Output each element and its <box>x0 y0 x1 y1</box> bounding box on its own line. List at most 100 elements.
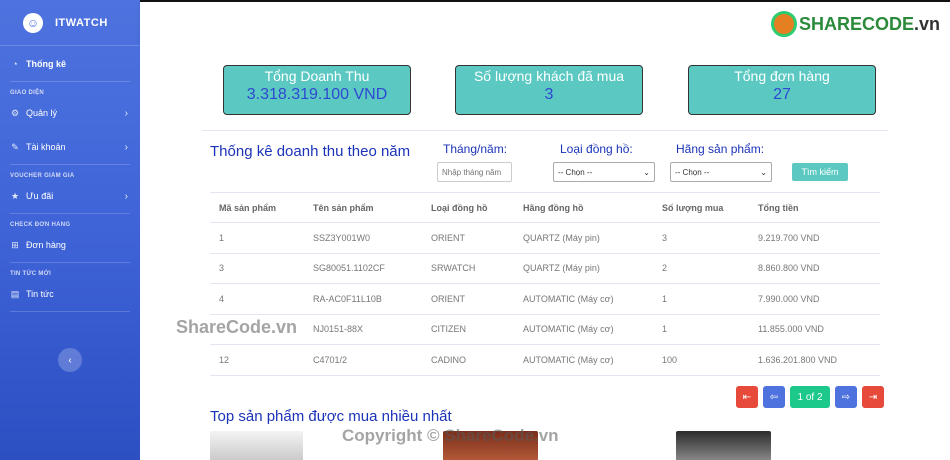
table-cell: AUTOMATIC (Máy cơ) <box>514 283 653 315</box>
table-cell: 11.855.000 VND <box>749 314 880 345</box>
sidebar-item-dashboard[interactable]: ◔ Thống kê <box>0 47 140 81</box>
column-header: Hãng đồng hồ <box>514 192 653 223</box>
revenue-table: Mã sản phẩm Tên sản phẩm Loại đồng hồ Hã… <box>210 192 880 376</box>
logo-text: SHARECODE.vn <box>798 13 940 34</box>
sidebar-item-label: Quản lý <box>26 108 58 118</box>
table-cell: NJ0151-88X <box>304 314 422 345</box>
prev-page-icon: ⇦ <box>769 391 779 403</box>
table-cell: RA-AC0F11L10B <box>304 283 422 315</box>
sidebar-divider <box>10 311 130 312</box>
dashboard-icon: ◔ <box>12 59 18 69</box>
column-header: Mã sản phẩm <box>210 192 304 223</box>
main-content: Tổng Doanh Thu 3.318.319.100 VND Số lượn… <box>140 46 950 460</box>
table-cell: 1.636.201.800 VND <box>749 344 880 376</box>
table-cell: CADINO <box>422 344 514 376</box>
column-header: Tên sản phẩm <box>304 192 422 223</box>
table-row: NJ0151-88X CITIZEN AUTOMATIC (Máy cơ) 1 … <box>210 314 880 345</box>
month-input[interactable] <box>437 162 512 182</box>
sidebar-divider <box>10 164 130 165</box>
table-cell: QUARTZ (Máy pin) <box>514 222 653 254</box>
table-cell: C4701/2 <box>304 344 422 376</box>
sidebar-divider <box>10 262 130 263</box>
sharecode-logo: SHARECODE.vn <box>770 11 940 37</box>
stat-card-revenue: Tổng Doanh Thu 3.318.319.100 VND <box>223 65 411 115</box>
gear-icon: ⚙ <box>10 107 20 118</box>
column-header: Số lượng mua <box>653 192 749 223</box>
wrench-icon: ✎ <box>11 141 19 152</box>
sidebar-item-label: Ưu đãi <box>26 191 54 201</box>
chevron-down-icon: ⌄ <box>760 167 767 177</box>
stat-label: Số lượng khách đã mua <box>473 68 625 84</box>
table-cell: SRWATCH <box>422 253 514 284</box>
table-cell: 3 <box>653 222 749 254</box>
smile-icon: ☺ <box>23 12 43 33</box>
table-cell: 12 <box>210 344 304 376</box>
table-cell: 1 <box>653 314 749 345</box>
next-page-icon: ⇨ <box>841 391 851 403</box>
table-cell: 1 <box>653 283 749 315</box>
stat-value: 3 <box>544 86 554 103</box>
first-page-button[interactable]: ⇤ <box>736 386 758 408</box>
chevron-right-icon: › <box>124 141 128 153</box>
select-value: -- Chọn -- <box>675 167 710 177</box>
table-cell: 8.860.800 VND <box>749 253 880 284</box>
brand-label: Hãng sản phẩm: <box>676 142 765 156</box>
column-header: Loại đồng hồ <box>422 192 514 223</box>
page-info: 1 of 2 <box>790 386 830 408</box>
sidebar-item-manage[interactable]: ⚙ Quản lý › <box>0 96 140 130</box>
top-products-title: Top sản phẩm được mua nhiều nhất <box>210 408 452 425</box>
sidebar-item-news[interactable]: ▤ Tin tức <box>0 277 140 311</box>
last-page-button[interactable]: ⇥ <box>862 386 884 408</box>
cart-icon: ⊞ <box>11 239 19 250</box>
table-cell: 2 <box>653 253 749 284</box>
sidebar-brand[interactable]: ☺ ITWATCH <box>0 0 140 46</box>
sidebar-item-label: Tin tức <box>26 289 54 299</box>
section-title: Thống kê doanh thu theo năm <box>210 143 411 160</box>
product-thumbnail[interactable] <box>210 431 303 460</box>
chevron-right-icon: › <box>124 190 128 202</box>
table-cell: 4 <box>210 283 304 315</box>
table-cell: 7.990.000 VND <box>749 283 880 315</box>
brand-select[interactable]: -- Chọn -- ⌄ <box>670 162 772 182</box>
sidebar-toggle-button[interactable]: ‹ <box>58 348 82 372</box>
watermark-copyright: Copyright © ShareCode.vn <box>342 426 559 445</box>
prev-page-button[interactable]: ⇦ <box>763 386 785 408</box>
brand-name: ITWATCH <box>55 16 108 29</box>
logo-icon <box>770 11 797 37</box>
stat-label: Tổng Doanh Thu <box>264 68 370 84</box>
column-header: Tổng tiền <box>749 192 880 223</box>
month-label: Tháng/năm: <box>443 142 508 156</box>
table-header-row: Mã sản phẩm Tên sản phẩm Loại đồng hồ Hã… <box>210 192 880 223</box>
table-row: 12 C4701/2 CADINO AUTOMATIC (Máy cơ) 100… <box>210 344 880 376</box>
stat-value: 27 <box>773 86 791 103</box>
sidebar-divider <box>10 213 130 214</box>
watch-type-label: Loại đồng hồ: <box>560 142 633 156</box>
chevron-down-icon: ⌄ <box>643 167 650 177</box>
sidebar-divider <box>10 81 130 82</box>
product-thumbnail[interactable] <box>676 431 771 460</box>
watch-type-select[interactable]: -- Chọn -- ⌄ <box>553 162 655 182</box>
sidebar-item-orders[interactable]: ⊞ Đơn hàng <box>0 228 140 262</box>
table-cell: 1 <box>210 222 304 254</box>
stat-card-customers: Số lượng khách đã mua 3 <box>455 65 643 115</box>
sidebar-item-promo[interactable]: ★ Ưu đãi › <box>0 179 140 213</box>
sidebar-item-label: Tài khoản <box>26 142 66 152</box>
select-value: -- Chọn -- <box>558 167 593 177</box>
sidebar-item-account[interactable]: ✎ Tài khoản › <box>0 130 140 164</box>
sidebar-item-label: Thống kê <box>26 59 66 69</box>
table-row: 4 RA-AC0F11L10B ORIENT AUTOMATIC (Máy cơ… <box>210 283 880 315</box>
stat-label: Tổng đơn hàng <box>734 68 830 84</box>
table-cell: SSZ3Y001W0 <box>304 222 422 254</box>
chevron-left-icon: ‹ <box>68 354 72 366</box>
next-page-button[interactable]: ⇨ <box>835 386 857 408</box>
table-cell: 100 <box>653 344 749 376</box>
star-icon: ★ <box>10 190 20 201</box>
table-cell: CITIZEN <box>422 314 514 345</box>
search-button[interactable]: Tìm kiếm <box>792 163 848 181</box>
first-page-icon: ⇤ <box>742 391 752 403</box>
table-cell: QUARTZ (Máy pin) <box>514 253 653 284</box>
sidebar-item-label: Đơn hàng <box>26 240 66 250</box>
table-cell: ORIENT <box>422 222 514 254</box>
table-cell: 3 <box>210 253 304 284</box>
last-page-icon: ⇥ <box>868 391 878 403</box>
